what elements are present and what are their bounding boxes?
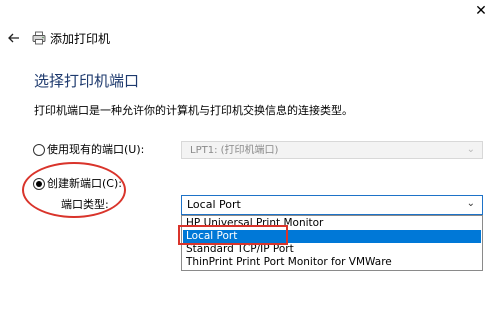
page-description: 打印机端口是一种允许你的计算机与打印机交换信息的连接类型。 <box>34 104 353 117</box>
wizard-title: 添加打印机 <box>50 32 111 46</box>
port-type-select[interactable]: Local Port ⌄ <box>181 195 483 215</box>
dropdown-option[interactable]: ThinPrint Print Port Monitor for VMWare <box>183 256 481 269</box>
port-type-value: Local Port <box>187 198 241 211</box>
use-existing-port-label[interactable]: 使用现有的端口(U): <box>47 143 144 157</box>
page-heading: 选择打印机端口 <box>34 72 140 90</box>
close-button[interactable]: ✕ <box>462 0 500 22</box>
annotation-box <box>178 225 288 245</box>
use-existing-port-radio[interactable] <box>33 144 45 156</box>
chevron-down-icon[interactable]: ⌄ <box>467 198 475 209</box>
back-arrow-icon[interactable] <box>7 31 21 45</box>
existing-port-value: LPT1: (打印机端口) <box>190 145 279 156</box>
printer-icon <box>32 31 46 45</box>
close-icon: ✕ <box>475 3 487 19</box>
existing-port-select: LPT1: (打印机端口) ⌄ <box>181 141 483 159</box>
chevron-down-icon: ⌄ <box>466 144 475 155</box>
annotation-ellipse <box>22 162 126 218</box>
